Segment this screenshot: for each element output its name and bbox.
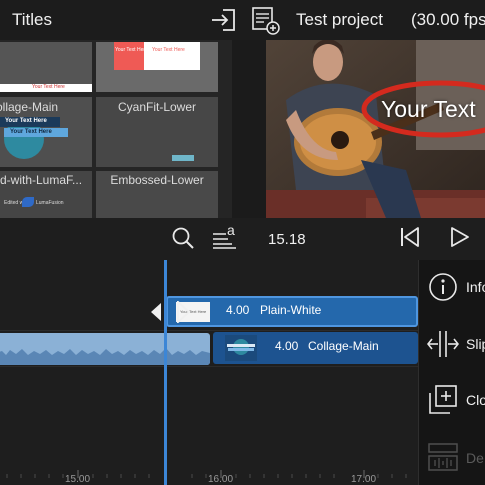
detach-audio-label: De: [466, 450, 484, 466]
clone-icon: [429, 385, 457, 414]
skip-to-start-icon[interactable]: [398, 225, 422, 249]
ruler-label: 15.00: [65, 474, 91, 485]
tile-thumb-text: Your Text Here: [115, 47, 148, 53]
panel-title: Titles: [12, 10, 52, 29]
title-tile[interactable]: Your Text Here: [0, 42, 92, 92]
audio-waveform-clip[interactable]: [0, 333, 210, 365]
titles-browser: Your Text Here Your Text Here Your Text …: [0, 40, 232, 218]
tile-label: d-with-LumaF...: [0, 173, 83, 187]
info-icon: [429, 273, 457, 301]
track-divider: [0, 330, 418, 331]
clone-label: Clo: [466, 392, 485, 408]
title-clip-collage-main[interactable]: 4.00 Collage-Main: [213, 332, 418, 364]
tile-thumb-text: Your Text Here: [5, 118, 47, 124]
ruler-label: 16.00: [208, 474, 234, 485]
timecode-display[interactable]: 15.18: [268, 231, 306, 248]
tile-label: Embossed-Lower: [110, 173, 204, 187]
import-icon[interactable]: [209, 5, 239, 35]
info-label: Info: [466, 279, 485, 295]
slip-icon: [427, 331, 459, 357]
project-name[interactable]: Test project: [296, 10, 383, 30]
ruler-label: 17.00: [351, 474, 377, 485]
tile-cyan-bar: [172, 155, 194, 161]
thumb-circle: [233, 339, 249, 355]
clip-duration: 4.00: [275, 339, 299, 353]
playhead[interactable]: [164, 260, 167, 485]
top-bar: Titles Test project (30.00 fps: [0, 0, 485, 40]
clone-button[interactable]: Clo: [419, 372, 485, 428]
tile-thumb-text: Your Text Here: [10, 129, 52, 135]
waveform: [0, 348, 210, 365]
title-clip-plain-white[interactable]: Your Text Here 4.00 Plain-White: [166, 296, 418, 327]
frame-rate: (30.00 fps: [411, 10, 485, 29]
clip-name: Plain-White: [260, 303, 322, 317]
thumb-band: [228, 348, 254, 351]
tile-thumb-brand: LumaFusion: [36, 200, 64, 206]
clip-duration: 4.00: [226, 303, 250, 317]
detach-audio-button: De: [419, 428, 485, 484]
slip-button[interactable]: Slip: [419, 316, 485, 372]
tile-thumb-text: Your Text Here: [32, 84, 65, 90]
title-tile[interactable]: Your Text Here Your Text Here: [96, 42, 218, 92]
trim-left-handle-icon[interactable]: [150, 303, 162, 321]
trim-right-handle-icon[interactable]: [176, 301, 190, 323]
timeline[interactable]: Your Text Here 4.00 Plain-White 4.00 Col…: [0, 260, 418, 485]
play-icon[interactable]: [448, 225, 472, 249]
slip-label: Slip: [466, 336, 485, 352]
detach-audio-icon: [428, 443, 458, 471]
tile-label: ollage-Main: [0, 100, 59, 114]
lumafusion-logo-icon: [22, 197, 34, 207]
info-button[interactable]: Info: [419, 260, 485, 316]
preview-title-overlay[interactable]: Your Text: [381, 96, 476, 123]
thumb-band: [227, 344, 255, 347]
add-to-project-icon[interactable]: [250, 5, 280, 35]
clip-thumbnail: [225, 335, 257, 361]
text-style-icon[interactable]: a: [210, 222, 240, 252]
track-divider: [0, 366, 418, 367]
tile-label: CyanFit-Lower: [117, 100, 197, 114]
svg-text:a: a: [227, 222, 235, 238]
clip-actions-panel: Info Slip Clo De: [418, 260, 485, 485]
clip-name: Collage-Main: [308, 339, 379, 353]
tile-thumb-text: Your Text Here: [152, 47, 185, 53]
search-icon[interactable]: [170, 225, 196, 251]
